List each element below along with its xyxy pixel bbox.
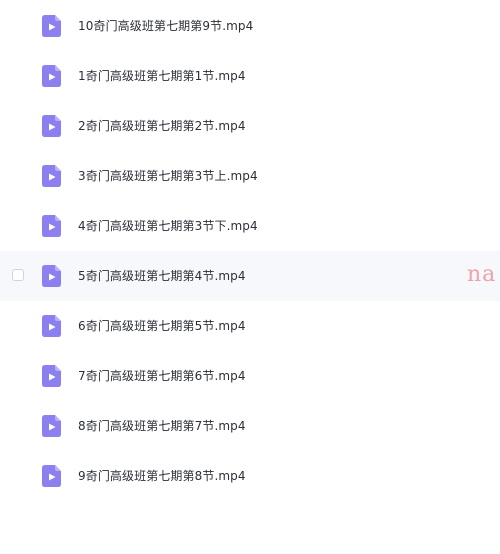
file-name[interactable]: 10奇门高级班第七期第9节.mp4: [78, 1, 253, 51]
file-name[interactable]: 3奇门高级班第七期第3节上.mp4: [78, 151, 258, 201]
file-name[interactable]: 6奇门高级班第七期第5节.mp4: [78, 301, 246, 351]
video-file-icon: [42, 365, 61, 387]
file-name[interactable]: 1奇门高级班第七期第1节.mp4: [78, 51, 246, 101]
row-checkbox[interactable]: [12, 269, 24, 281]
file-row[interactable]: 9奇门高级班第七期第8节.mp4: [0, 451, 500, 501]
watermark-text: na: [467, 262, 497, 287]
file-row[interactable]: 3奇门高级班第七期第3节上.mp4: [0, 151, 500, 201]
video-file-icon: [42, 15, 61, 37]
file-name[interactable]: 2奇门高级班第七期第2节.mp4: [78, 101, 246, 151]
file-row[interactable]: 2奇门高级班第七期第2节.mp4: [0, 101, 500, 151]
video-file-icon: [42, 115, 61, 137]
file-row[interactable]: 1奇门高级班第七期第1节.mp4: [0, 51, 500, 101]
file-row[interactable]: 4奇门高级班第七期第3节下.mp4: [0, 201, 500, 251]
file-name[interactable]: 8奇门高级班第七期第7节.mp4: [78, 401, 246, 451]
file-row[interactable]: 7奇门高级班第七期第6节.mp4: [0, 351, 500, 401]
file-name[interactable]: 4奇门高级班第七期第3节下.mp4: [78, 201, 258, 251]
file-row[interactable]: 8奇门高级班第七期第7节.mp4: [0, 401, 500, 451]
file-row[interactable]: 6奇门高级班第七期第5节.mp4: [0, 301, 500, 351]
video-file-icon: [42, 165, 61, 187]
video-file-icon: [42, 315, 61, 337]
file-name[interactable]: 9奇门高级班第七期第8节.mp4: [78, 451, 246, 501]
video-file-icon: [42, 65, 61, 87]
file-name[interactable]: 5奇门高级班第七期第4节.mp4: [78, 251, 246, 301]
video-file-icon: [42, 465, 61, 487]
file-row-hovered[interactable]: 5奇门高级班第七期第4节.mp4: [0, 251, 500, 301]
file-list: 10奇门高级班第七期第9节.mp4 1奇门高级班第七期第1节.mp4 2奇门高级…: [0, 0, 500, 554]
video-file-icon: [42, 415, 61, 437]
video-file-icon: [42, 215, 61, 237]
video-file-icon: [42, 265, 61, 287]
file-row[interactable]: 10奇门高级班第七期第9节.mp4: [0, 1, 500, 51]
file-name[interactable]: 7奇门高级班第七期第6节.mp4: [78, 351, 246, 401]
